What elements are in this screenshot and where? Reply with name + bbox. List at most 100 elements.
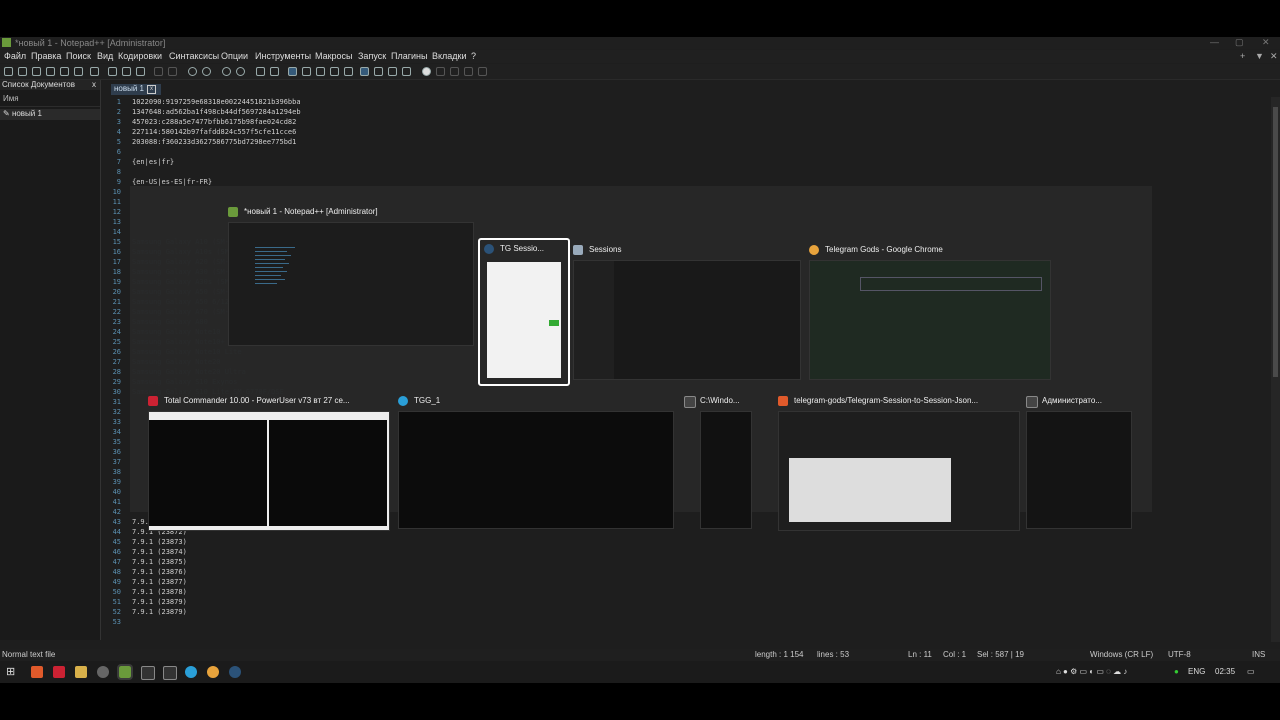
alttab-window-tg-session[interactable]: TG Sessio...	[478, 238, 570, 386]
status-eol[interactable]: Windows (CR LF)	[1090, 650, 1153, 659]
alttab-window-admin-terminal[interactable]: Администрато...	[1026, 395, 1132, 535]
alttab-window-cmd[interactable]: C:\Windo...	[684, 395, 754, 535]
zoom-in-icon[interactable]	[222, 67, 231, 76]
sync-vertical-icon[interactable]	[256, 67, 265, 76]
alttab-window-sessions[interactable]: Sessions	[573, 244, 801, 386]
new-file-icon[interactable]	[4, 67, 13, 76]
print-icon[interactable]	[90, 67, 99, 76]
menu-syntax[interactable]: Синтаксисы	[169, 51, 219, 61]
word-wrap-icon[interactable]	[288, 67, 297, 76]
code-line[interactable]: 7.9.1 (23875)	[132, 558, 187, 566]
code-line[interactable]: {en-US|es-ES|fr-FR}	[132, 178, 212, 186]
close-button[interactable]: ✕	[1262, 37, 1270, 48]
open-file-icon[interactable]	[18, 67, 27, 76]
code-line[interactable]: 7.9.1 (23879)	[132, 598, 187, 606]
doc-list-icon[interactable]	[402, 67, 411, 76]
settings-gear-icon[interactable]	[97, 666, 109, 678]
paste-icon[interactable]	[136, 67, 145, 76]
close-all-icon[interactable]	[74, 67, 83, 76]
redo-icon[interactable]	[168, 67, 177, 76]
save-all-icon[interactable]	[46, 67, 55, 76]
alttab-window-total-commander[interactable]: Total Commander 10.00 - PowerUser v73 вт…	[148, 395, 390, 535]
code-line[interactable]: 7.9.1 (23873)	[132, 538, 187, 546]
find-icon[interactable]	[188, 67, 197, 76]
status-encoding[interactable]: UTF-8	[1168, 650, 1191, 659]
alttab-window-chrome[interactable]: Telegram Gods - Google Chrome	[809, 244, 1051, 386]
tray-icons[interactable]: ⌂ ● ⚙ ▭ ◐ ▭ ◌ ☁ ♪	[1056, 667, 1127, 676]
language-indicator[interactable]: ENG	[1188, 667, 1205, 676]
menu-help[interactable]: ?	[471, 51, 476, 61]
chrome-icon[interactable]	[207, 666, 219, 678]
clock[interactable]: 02:35	[1215, 667, 1235, 676]
lang-icon[interactable]	[330, 67, 339, 76]
undo-icon[interactable]	[154, 67, 163, 76]
code-line[interactable]: 457023:c288a5e7477bfbb6175b98fae024cd82	[132, 118, 296, 126]
code-line[interactable]: {en|es|fr}	[132, 158, 174, 166]
save-macro-icon[interactable]	[478, 67, 487, 76]
record-macro-icon[interactable]	[422, 67, 431, 76]
dropdown-icon[interactable]: ▼	[1255, 51, 1264, 61]
code-line[interactable]: 7.9.1 (23879)	[132, 608, 187, 616]
telegram-icon[interactable]	[185, 666, 197, 678]
column-name-header[interactable]: Имя	[0, 94, 100, 107]
replace-icon[interactable]	[202, 67, 211, 76]
total-commander-icon[interactable]	[53, 666, 65, 678]
doc-map-icon[interactable]	[344, 67, 353, 76]
brave-browser-icon[interactable]	[31, 666, 43, 678]
play-macro-icon[interactable]	[450, 67, 459, 76]
menu-macros[interactable]: Макросы	[315, 51, 353, 61]
tg-session-app-icon[interactable]	[229, 666, 241, 678]
terminal-icon[interactable]	[141, 666, 155, 680]
copy-icon[interactable]	[122, 67, 131, 76]
alttab-window-tgg1[interactable]: TGG_1	[398, 395, 674, 535]
menu-tools[interactable]: Инструменты	[255, 51, 311, 61]
menu-edit[interactable]: Правка	[31, 51, 61, 61]
status-insert-mode[interactable]: INS	[1252, 650, 1265, 659]
code-line[interactable]: 1347648:ad562ba1f498cb44df5697284a1294eb	[132, 108, 301, 116]
panel-close-button[interactable]: x	[92, 80, 96, 89]
notepadpp-taskbar-icon[interactable]	[117, 664, 133, 680]
scrollbar-thumb[interactable]	[1273, 107, 1278, 377]
menu-options[interactable]: Опции	[221, 51, 248, 61]
show-all-chars-icon[interactable]	[302, 67, 311, 76]
indent-guide-icon[interactable]	[316, 67, 325, 76]
monitoring-icon[interactable]	[388, 67, 397, 76]
tab-close-icon[interactable]: x	[147, 85, 156, 94]
menu-encoding[interactable]: Кодировки	[118, 51, 162, 61]
menu-search[interactable]: Поиск	[66, 51, 91, 61]
menu-view[interactable]: Вид	[97, 51, 113, 61]
sync-horizontal-icon[interactable]	[270, 67, 279, 76]
close-icon[interactable]	[60, 67, 69, 76]
code-line[interactable]: 1022090:9197259e68318e00224451821b396bba	[132, 98, 301, 106]
window-titlebar[interactable]: *новый 1 - Notepad++ [Administrator] — ▢…	[0, 37, 1280, 49]
folder-workspace-icon[interactable]	[374, 67, 383, 76]
windows-start-icon[interactable]: ⊞	[6, 666, 18, 678]
document-list-item[interactable]: ✎ новый 1	[0, 109, 100, 120]
code-line[interactable]: 203088:f360233d3627586775bd7298ee775bd1	[132, 138, 296, 146]
vertical-scrollbar[interactable]	[1271, 97, 1280, 642]
code-line[interactable]: 7.9.1 (23876)	[132, 568, 187, 576]
run-macro-multiple-icon[interactable]	[464, 67, 473, 76]
notifications-icon[interactable]: ▭	[1247, 667, 1255, 676]
menu-plugins[interactable]: Плагины	[391, 51, 427, 61]
function-list-icon[interactable]	[360, 67, 369, 76]
menu-run[interactable]: Запуск	[358, 51, 386, 61]
menu-tabs[interactable]: Вкладки	[432, 51, 467, 61]
code-line[interactable]: 7.9.1 (23874)	[132, 548, 187, 556]
code-line[interactable]: 227114:580142b97fafdd824c557f5cfe11cce6	[132, 128, 296, 136]
cmd-icon[interactable]	[163, 666, 177, 680]
plus-icon[interactable]: +	[1240, 51, 1245, 61]
stop-macro-icon[interactable]	[436, 67, 445, 76]
alttab-window-notepadpp[interactable]: *новый 1 - Notepad++ [Administrator]	[228, 206, 474, 346]
code-line[interactable]: 7.9.1 (23878)	[132, 588, 187, 596]
zoom-out-icon[interactable]	[236, 67, 245, 76]
code-line[interactable]: 7.9.1 (23877)	[132, 578, 187, 586]
cut-icon[interactable]	[108, 67, 117, 76]
close-doc-icon[interactable]: ✕	[1270, 51, 1278, 62]
menu-file[interactable]: Файл	[4, 51, 26, 61]
save-icon[interactable]	[32, 67, 41, 76]
file-explorer-icon[interactable]	[75, 666, 87, 678]
maximize-button[interactable]: ▢	[1235, 37, 1244, 48]
alttab-window-brave[interactable]: telegram-gods/Telegram-Session-to-Sessio…	[778, 395, 1020, 535]
minimize-button[interactable]: —	[1210, 37, 1219, 47]
